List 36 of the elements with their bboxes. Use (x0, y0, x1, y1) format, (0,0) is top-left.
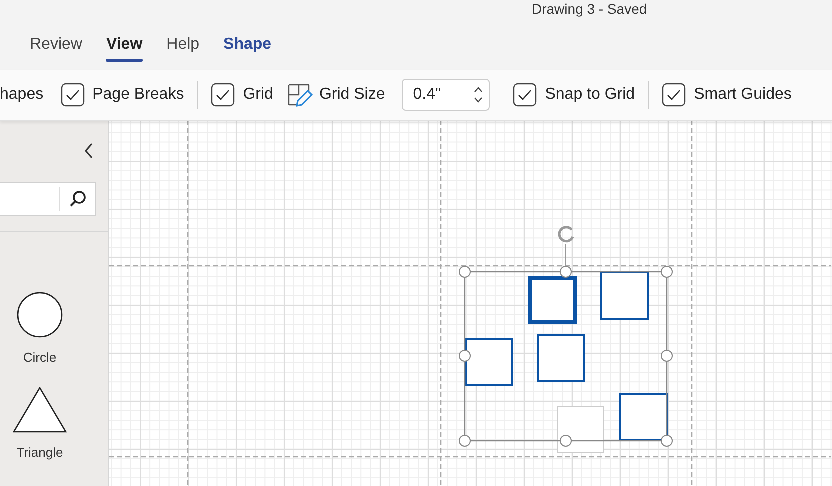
shape-placeholder[interactable] (558, 406, 604, 454)
square-shape[interactable] (600, 271, 649, 320)
ribbon-tab[interactable]: View (94, 30, 155, 62)
grid-pencil-icon (287, 82, 314, 108)
spin-up-icon[interactable] (474, 87, 484, 93)
stencil-shape[interactable]: Circle (17, 292, 63, 365)
resize-handle[interactable] (459, 350, 471, 362)
resize-handle[interactable] (560, 266, 572, 278)
stencil-shape[interactable]: Triangle (13, 387, 67, 460)
rotate-handle[interactable] (558, 226, 574, 266)
square-shape[interactable] (619, 393, 668, 441)
ribbon-label: hapes (0, 86, 44, 104)
circle-icon (17, 292, 63, 338)
grid-size-button[interactable]: Grid Size (282, 82, 390, 108)
resize-handle[interactable] (459, 266, 471, 278)
resize-handle[interactable] (661, 435, 673, 447)
ribbon-tab[interactable]: Shape (212, 30, 284, 62)
search-field[interactable] (0, 182, 96, 216)
ribbon-tab[interactable]: Review (18, 30, 94, 62)
document-title: Drawing 3 - Saved (532, 1, 648, 17)
checkbox[interactable]: Grid (206, 83, 278, 107)
ribbon-tab[interactable]: Help (154, 30, 212, 62)
resize-handle[interactable] (661, 350, 673, 362)
triangle-icon (13, 387, 67, 433)
checkbox[interactable]: Page Breaks (56, 83, 190, 107)
checkbox[interactable]: Snap to Grid (508, 83, 640, 107)
resize-handle[interactable] (459, 435, 471, 447)
square-shape[interactable] (537, 334, 585, 382)
spin-down-icon[interactable] (474, 97, 484, 103)
resize-handle[interactable] (661, 266, 673, 278)
square-shape[interactable] (465, 338, 513, 386)
search-icon (68, 190, 86, 208)
collapse-panel-button[interactable] (84, 143, 94, 159)
grid-size-spinner[interactable]: 0.4" (402, 79, 490, 111)
checkbox[interactable]: Smart Guides (657, 83, 797, 107)
square-shape[interactable] (528, 276, 577, 324)
